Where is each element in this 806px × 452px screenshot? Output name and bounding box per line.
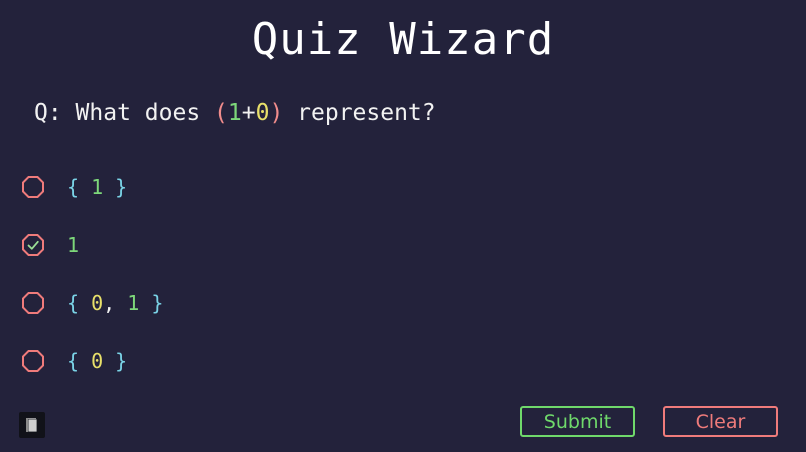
brace-close: } (103, 349, 128, 373)
option-label: 1 (67, 233, 79, 257)
option-label: { 0, 1 } (67, 291, 163, 315)
octagon-radio-icon[interactable] (21, 349, 45, 373)
option-label: { 1 } (67, 175, 127, 199)
option-4[interactable]: { 0 } (21, 348, 127, 374)
value: 0 (91, 349, 104, 373)
separator: , (103, 291, 128, 315)
value: 0 (91, 291, 104, 315)
term-a: 1 (227, 100, 242, 126)
brace-open: { (67, 175, 92, 199)
option-label: { 0 } (67, 349, 127, 373)
operator: + (241, 100, 256, 126)
brace-close: } (103, 175, 128, 199)
option-2[interactable]: 1 (21, 232, 79, 258)
octagon-radio-icon[interactable] (21, 175, 45, 199)
value: 1 (127, 291, 140, 315)
octagon-radio-icon[interactable] (21, 233, 45, 257)
value: 1 (91, 175, 104, 199)
open-paren: ( (214, 100, 228, 126)
option-3[interactable]: { 0, 1 } (21, 290, 163, 316)
option-1[interactable]: { 1 } (21, 174, 127, 200)
question-prefix: Q: What does (34, 100, 215, 126)
question-suffix: represent? (283, 100, 436, 126)
question-text: Q: What does (1+0) represent? (34, 100, 436, 126)
check-icon (27, 240, 39, 250)
brace-open: { (67, 291, 92, 315)
brace-open: { (67, 349, 92, 373)
octagon-radio-icon[interactable] (21, 291, 45, 315)
submit-button[interactable]: Submit (520, 406, 635, 437)
page-title: Quiz Wizard (251, 14, 555, 65)
clear-button[interactable]: Clear (663, 406, 778, 437)
value: 1 (67, 233, 80, 257)
close-paren: ) (269, 100, 284, 126)
term-b: 0 (255, 100, 270, 126)
book-icon[interactable] (19, 412, 45, 438)
brace-close: } (139, 291, 164, 315)
